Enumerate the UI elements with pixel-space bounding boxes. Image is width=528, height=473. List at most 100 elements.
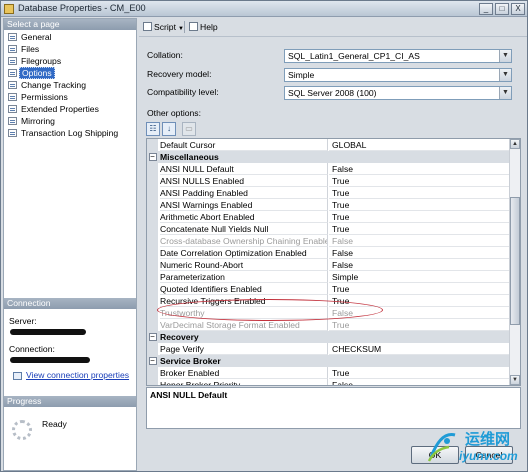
property-value[interactable]: True [329, 283, 510, 295]
sidebar-item-files[interactable]: Files [4, 43, 136, 55]
table-row[interactable]: Concatenate Null Yields Null True [147, 223, 510, 235]
collapse-icon[interactable]: − [147, 331, 158, 343]
row-gutter [147, 283, 158, 295]
server-label: Server: [9, 316, 37, 326]
property-pages-icon[interactable]: ▭ [182, 122, 196, 136]
sidebar-item-label: Mirroring [21, 116, 55, 126]
property-value[interactable]: True [329, 175, 510, 187]
help-label: Help [200, 22, 218, 32]
scroll-up-icon[interactable]: ▲ [510, 139, 520, 149]
sidebar-item-change-tracking[interactable]: Change Tracking [4, 79, 136, 91]
collapse-toggle[interactable]: − [148, 153, 157, 161]
connection-label: Connection: [9, 344, 55, 354]
sidebar-item-label: Transaction Log Shipping [21, 128, 119, 138]
table-row[interactable]: Page Verify CHECKSUM [147, 343, 510, 355]
compatibility-level-value: SQL Server 2008 (100) [288, 88, 377, 98]
property-name: ANSI NULLS Enabled [160, 175, 328, 187]
progress-area: Progress Ready [4, 396, 136, 470]
script-button[interactable]: Script ▼ [143, 21, 184, 33]
property-value[interactable]: False [329, 247, 510, 259]
recovery-model-combo[interactable]: Simple ▼ [284, 68, 512, 82]
table-row[interactable]: Arithmetic Abort Enabled True [147, 211, 510, 223]
page-icon [8, 93, 17, 101]
property-value[interactable]: False [329, 259, 510, 271]
table-row[interactable]: ANSI Warnings Enabled True [147, 199, 510, 211]
minimize-button[interactable]: _ [479, 3, 493, 15]
help-icon [189, 22, 198, 31]
sidebar-item-filegroups[interactable]: Filegroups [4, 55, 136, 67]
table-row[interactable]: ANSI NULLS Enabled True [147, 175, 510, 187]
collapse-icon[interactable]: − [147, 355, 158, 367]
left-pane: Select a page General Files Filegroups Opti… [3, 18, 137, 471]
view-connection-properties-link[interactable]: View connection properties [26, 370, 129, 380]
property-name: Page Verify [160, 343, 328, 355]
property-value[interactable]: True [329, 223, 510, 235]
property-value[interactable]: True [329, 211, 510, 223]
title-bar[interactable]: Database Properties - CM_E00 _ □ X [1, 1, 527, 17]
cancel-button[interactable]: Cancel [465, 446, 513, 464]
table-row[interactable]: Numeric Round-Abort False [147, 259, 510, 271]
close-button[interactable]: X [511, 3, 525, 15]
scroll-thumb[interactable] [510, 197, 520, 325]
property-value[interactable]: True [329, 199, 510, 211]
sidebar-item-general[interactable]: General [4, 31, 136, 43]
maximize-button[interactable]: □ [495, 3, 509, 15]
categorized-icon[interactable]: ☷ [146, 122, 160, 136]
connection-header: Connection [4, 298, 136, 309]
sidebar-item-permissions[interactable]: Permissions [4, 91, 136, 103]
row-gutter [147, 211, 158, 223]
property-value[interactable]: Simple [329, 271, 510, 283]
table-row[interactable]: Default Cursor GLOBAL [147, 139, 510, 151]
collapse-icon[interactable]: − [147, 151, 158, 163]
table-row[interactable]: Cross-database Ownership Chaining Enable… [147, 235, 510, 247]
table-row[interactable]: Quoted Identifiers Enabled True [147, 283, 510, 295]
collapse-toggle[interactable]: − [148, 357, 157, 365]
chevron-down-icon[interactable]: ▼ [499, 87, 511, 99]
property-value[interactable]: CHECKSUM [329, 343, 510, 355]
connection-properties-icon [13, 372, 22, 380]
property-name: Default Cursor [160, 139, 328, 151]
compatibility-level-label: Compatibility level: [147, 87, 219, 97]
property-value[interactable]: GLOBAL [329, 139, 510, 151]
property-name: ANSI Padding Enabled [160, 187, 328, 199]
page-icon [8, 45, 17, 53]
progress-spinner-icon [12, 420, 32, 440]
property-grid: Default Cursor GLOBAL − Miscellaneous ANSI N… [146, 138, 521, 386]
alphabetical-icon[interactable]: ↓ [162, 122, 176, 136]
grid-category-miscellaneous[interactable]: − Miscellaneous [147, 151, 510, 163]
sidebar-item-label: Filegroups [21, 56, 62, 66]
table-row[interactable]: Broker Enabled True [147, 367, 510, 379]
sidebar-item-options[interactable]: Options [4, 67, 136, 79]
vertical-scrollbar[interactable]: ▲ ▼ [509, 139, 520, 385]
collation-combo[interactable]: SQL_Latin1_General_CP1_CI_AS ▼ [284, 49, 512, 63]
table-row[interactable]: Parameterization Simple [147, 271, 510, 283]
recovery-model-label: Recovery model: [147, 69, 212, 79]
row-gutter [147, 343, 158, 355]
collation-value: SQL_Latin1_General_CP1_CI_AS [288, 51, 420, 61]
property-value[interactable]: False [329, 163, 510, 175]
table-row[interactable]: VarDecimal Storage Format Enabled True [147, 319, 510, 331]
sidebar-item-transaction-log-shipping[interactable]: Transaction Log Shipping [4, 127, 136, 139]
scroll-down-icon[interactable]: ▼ [510, 375, 520, 385]
collapse-toggle[interactable]: − [148, 333, 157, 341]
window-title: Database Properties - CM_E00 [18, 3, 146, 13]
chevron-down-icon[interactable]: ▼ [499, 69, 511, 81]
property-value[interactable]: True [329, 187, 510, 199]
table-row[interactable]: Date Correlation Optimization Enabled Fal… [147, 247, 510, 259]
compatibility-level-combo[interactable]: SQL Server 2008 (100) ▼ [284, 86, 512, 100]
sidebar-item-mirroring[interactable]: Mirroring [4, 115, 136, 127]
progress-status: Ready [42, 419, 67, 429]
property-value[interactable]: False [329, 379, 510, 385]
table-row[interactable]: Honor Broker Priority False [147, 379, 510, 385]
property-name: Broker Enabled [160, 367, 328, 379]
chevron-down-icon[interactable]: ▼ [499, 50, 511, 62]
help-button[interactable]: Help [189, 21, 218, 33]
grid-category-recovery[interactable]: − Recovery [147, 331, 510, 343]
table-row[interactable]: ANSI NULL Default False [147, 163, 510, 175]
grid-category-service-broker[interactable]: − Service Broker [147, 355, 510, 367]
sidebar-item-extended-properties[interactable]: Extended Properties [4, 103, 136, 115]
ok-button[interactable]: OK [411, 446, 459, 464]
row-gutter [147, 271, 158, 283]
property-value[interactable]: True [329, 367, 510, 379]
table-row[interactable]: ANSI Padding Enabled True [147, 187, 510, 199]
